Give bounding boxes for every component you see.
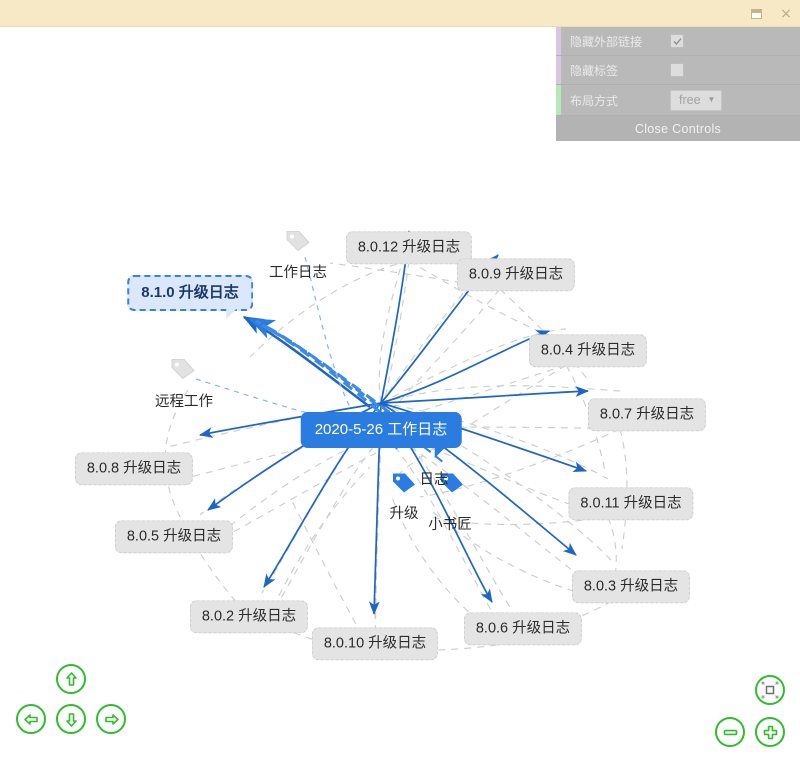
chevron-down-icon: ▼ — [707, 94, 716, 104]
zoom-out-button[interactable] — [715, 717, 745, 747]
control-label-hide-external-links: 隐藏外部链接 — [570, 34, 643, 49]
tag-marker-gongzuorizhi[interactable] — [285, 229, 311, 258]
node-8-0-5[interactable]: 8.0.5 升级日志 — [114, 520, 234, 554]
checkbox-hide-tags[interactable] — [670, 63, 684, 77]
node-8-0-9[interactable]: 8.0.9 升级日志 — [456, 258, 576, 292]
down-arrow-icon — [65, 712, 77, 727]
row-strip — [556, 27, 561, 55]
window-titlebar: × — [0, 0, 800, 27]
node-8-0-2[interactable]: 8.0.2 升级日志 — [189, 600, 309, 634]
zoom-out-icon — [723, 729, 737, 735]
control-row-hide-tags: 隐藏标签 — [556, 56, 800, 85]
layout-mode-select[interactable]: free ▼ — [670, 89, 723, 111]
node-8-0-7[interactable]: 8.0.7 升级日志 — [587, 398, 707, 432]
pan-down-button[interactable] — [56, 704, 86, 734]
node-8-0-11[interactable]: 8.0.11 升级日志 — [568, 487, 694, 521]
tag-icon — [393, 473, 415, 493]
pan-left-button[interactable] — [16, 704, 46, 734]
node-8-0-6[interactable]: 8.0.6 升级日志 — [463, 612, 583, 646]
pan-up-button[interactable] — [56, 664, 86, 694]
row-strip — [556, 85, 561, 115]
tag-icon — [441, 473, 463, 493]
layout-mode-value: free — [679, 92, 701, 107]
right-arrow-icon — [104, 713, 119, 725]
tag-icon — [171, 359, 195, 380]
tag-marker-rizhi[interactable] — [439, 471, 465, 500]
node-8-0-4[interactable]: 8.0.4 升级日志 — [528, 334, 648, 368]
control-row-layout-mode: 布局方式 free ▼ — [556, 85, 800, 116]
left-arrow-icon — [23, 713, 38, 725]
check-icon — [673, 37, 681, 45]
node-8-0-12[interactable]: 8.0.12 升级日志 — [345, 231, 473, 265]
pan-right-button[interactable] — [96, 704, 126, 734]
checkbox-hide-external-links[interactable] — [670, 34, 684, 48]
row-strip — [556, 56, 561, 84]
fit-to-screen-button[interactable] — [755, 675, 785, 705]
close-controls-button[interactable]: Close Controls — [556, 116, 800, 141]
node-8-0-10[interactable]: 8.0.10 升级日志 — [311, 627, 439, 661]
controls-panel: 隐藏外部链接 隐藏标签 布局方式 free ▼ Close Controls — [556, 27, 800, 141]
zoom-in-icon — [763, 725, 777, 739]
tag-marker-shengji[interactable] — [391, 471, 417, 500]
up-arrow-icon — [65, 671, 77, 686]
node-center[interactable]: 2020-5-26 工作日志 — [300, 412, 462, 458]
node-8-0-3[interactable]: 8.0.3 升级日志 — [571, 570, 691, 604]
control-label-layout-mode: 布局方式 — [570, 93, 619, 108]
node-8-1-0[interactable]: 8.1.0 升级日志 — [127, 275, 253, 319]
tag-icon — [286, 231, 310, 252]
close-button[interactable]: × — [778, 6, 794, 22]
zoom-in-button[interactable] — [755, 717, 785, 747]
close-icon: × — [780, 5, 792, 22]
window-buttons: × — [748, 0, 794, 27]
node-8-0-8[interactable]: 8.0.8 升级日志 — [74, 452, 194, 486]
fit-to-screen-icon — [761, 681, 779, 699]
restore-button[interactable] — [748, 6, 764, 22]
control-label-hide-tags: 隐藏标签 — [570, 63, 619, 78]
control-row-hide-external-links: 隐藏外部链接 — [556, 27, 800, 56]
tag-marker-yuanchenggongzuo[interactable] — [170, 357, 196, 386]
restore-icon — [750, 8, 762, 19]
